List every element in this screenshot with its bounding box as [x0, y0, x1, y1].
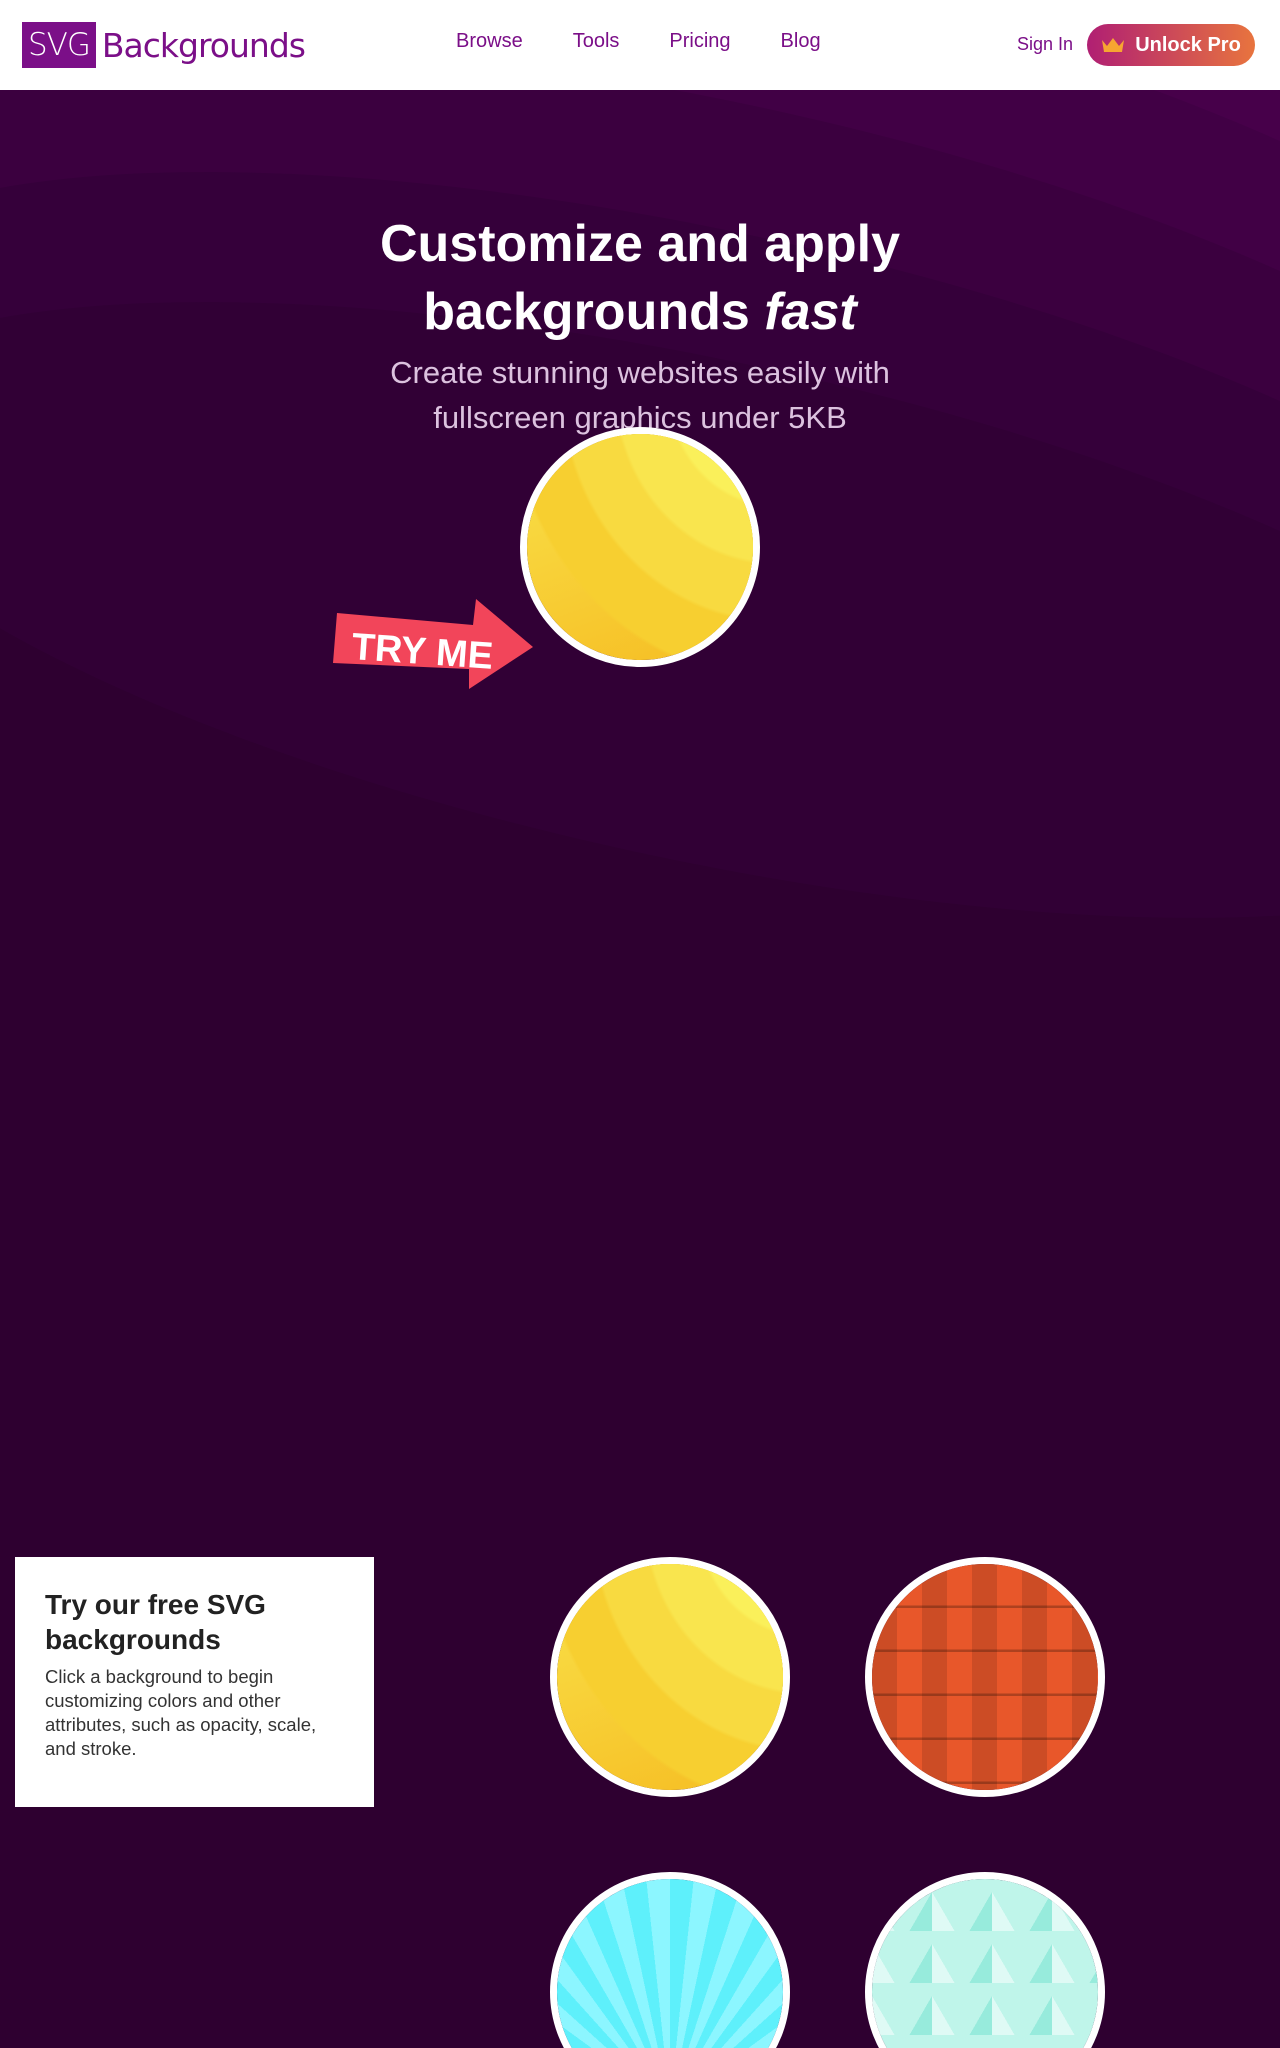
yellow-waves-preview: [527, 434, 753, 660]
site-logo[interactable]: SVG Backgrounds: [22, 22, 306, 68]
sign-in-link[interactable]: Sign In: [1017, 34, 1073, 55]
info-card: Try our free SVG backgrounds Click a bac…: [15, 1557, 374, 1807]
cyan-rays-preview: [557, 1879, 783, 2048]
crown-icon: [1102, 38, 1125, 52]
hero-title: Customize and apply backgrounds fast: [0, 210, 1280, 346]
bg-thumb-orange-blocks[interactable]: [865, 1557, 1105, 1797]
logo-box: SVG: [22, 22, 96, 68]
bg-thumb-yellow-waves[interactable]: [520, 427, 760, 667]
mint-triangles-preview: [872, 1879, 1098, 2048]
main-nav: Browse Tools Pricing Blog: [456, 30, 871, 53]
hero-title-line2: backgrounds: [423, 283, 765, 341]
nav-pricing[interactable]: Pricing: [669, 30, 730, 53]
nav-blog[interactable]: Blog: [781, 30, 821, 53]
unlock-pro-button[interactable]: Unlock Pro: [1087, 24, 1255, 66]
hero-title-line1: Customize and apply: [379, 215, 901, 273]
info-card-text: Click a background to begin customizing …: [45, 1666, 317, 1759]
logo-word: Backgrounds: [101, 25, 306, 65]
yellow-waves-preview: [557, 1564, 783, 1790]
try-me-arrow: TRY ME: [333, 599, 533, 689]
bg-thumb-yellow-waves[interactable]: [550, 1557, 790, 1797]
hero-title-emphasis: fast: [764, 283, 857, 341]
info-card-title: Try our free SVG backgrounds: [45, 1589, 266, 1655]
site-header: SVG Backgrounds Browse Tools Pricing Blo…: [0, 0, 1280, 90]
unlock-pro-label: Unlock Pro: [1135, 33, 1241, 56]
orange-blocks-preview: [872, 1564, 1098, 1790]
nav-tools[interactable]: Tools: [573, 30, 620, 53]
try-me-label: TRY ME: [350, 626, 494, 678]
nav-browse[interactable]: Browse: [456, 30, 523, 53]
